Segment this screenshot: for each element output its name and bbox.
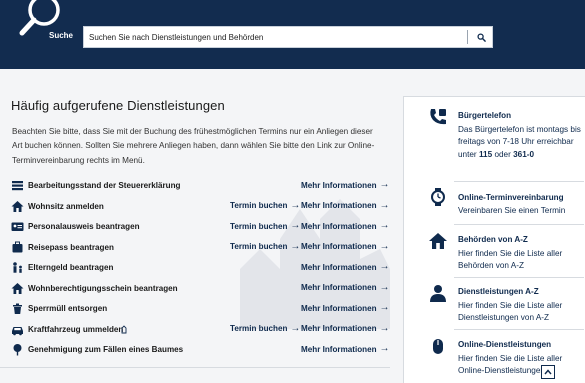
- service-row: Wohnsitz anmelden Termin buchen → Mehr In…: [11, 198, 390, 216]
- scroll-to-top-button[interactable]: [541, 365, 555, 379]
- search-divider: [467, 30, 468, 44]
- service-row: Elterngeld beantragen Mehr Informationen…: [11, 259, 390, 277]
- arrow-right-icon: →: [290, 322, 301, 334]
- chevron-up-icon: [544, 369, 552, 375]
- service-row: Sperrmüll entsorgen Mehr Informationen →: [11, 300, 390, 318]
- sidebar-divider: [454, 181, 584, 182]
- sidebar-divider: [454, 329, 584, 330]
- sidebar: Bürgertelefon Das Bürgertelefon ist mont…: [403, 96, 585, 383]
- service-row: Personalausweis beantragen Termin buchen…: [11, 218, 390, 236]
- mehr-informationen-link[interactable]: Mehr Informationen →: [301, 240, 390, 252]
- mehr-informationen-link[interactable]: Mehr Informationen →: [301, 344, 390, 354]
- phone-icon: [430, 109, 446, 125]
- arrow-right-icon: →: [379, 302, 390, 313]
- search-input[interactable]: [84, 27, 466, 47]
- tree-icon: [13, 344, 22, 356]
- service-row: Reisepass beantragen Termin buchen → Mehr…: [11, 239, 390, 257]
- service-label: Elterngeld beantragen: [28, 263, 114, 272]
- search-caption: Suche: [49, 31, 74, 40]
- arrow-right-icon: →: [379, 240, 390, 252]
- mehr-informationen-link[interactable]: Mehr Informationen →: [301, 303, 390, 313]
- arrow-right-icon: →: [379, 199, 390, 211]
- intro-text: Beachten Sie bitte, dass Sie mit der Buc…: [12, 127, 375, 165]
- service-label: Bearbeitungsstand der Steuererklärung: [28, 181, 181, 190]
- mehr-informationen-link[interactable]: Mehr Informationen →: [301, 322, 390, 334]
- person-icon: [430, 285, 446, 302]
- service-label: Wohnsitz anmelden: [28, 201, 104, 211]
- house-icon: [11, 282, 24, 294]
- page-title: Häufig aufgerufene Dienstleistungen: [11, 98, 225, 113]
- service-label: Kraftfahrzeug ummelden: [28, 324, 124, 334]
- external-link-icon: [121, 324, 127, 333]
- id-card-icon: [11, 222, 24, 231]
- arrow-right-icon: →: [290, 199, 301, 211]
- arrow-right-icon: →: [379, 343, 390, 354]
- family-icon: [13, 262, 22, 273]
- passport-icon: [12, 241, 23, 252]
- stack-icon: [12, 181, 23, 191]
- mehr-informationen-link[interactable]: Mehr Informationen →: [301, 281, 390, 293]
- service-row: Bearbeitungsstand der Steuererklärung Me…: [11, 177, 390, 195]
- arrow-right-icon: →: [379, 179, 390, 190]
- termin-buchen-link[interactable]: Termin buchen →: [230, 221, 300, 231]
- sidebar-title-buergertelefon[interactable]: Bürgertelefon: [458, 111, 511, 120]
- termin-buchen-link[interactable]: Termin buchen →: [230, 240, 301, 252]
- watch-icon: [431, 188, 445, 206]
- mehr-informationen-link[interactable]: Mehr Informationen →: [301, 180, 390, 190]
- search-box: [83, 26, 493, 48]
- bulky-waste-icon: [13, 303, 22, 314]
- service-label: Personalausweis beantragen: [28, 222, 140, 231]
- service-row: Genehmigung zum Fällen eines Baumes Mehr…: [11, 341, 390, 359]
- mouse-icon: [433, 339, 443, 354]
- sidebar-text-online-termin: Vereinbaren Sie einen Termin: [458, 206, 566, 215]
- sidebar-text-online-dienste: Hier finden Sie die Liste aller Online-D…: [458, 354, 563, 376]
- sidebar-title-online-dienste[interactable]: Online-Dienstleistungen: [458, 340, 551, 349]
- phone-number-115[interactable]: 115: [479, 150, 492, 159]
- service-row: Wohnberechtigungsschein beantragen Mehr …: [11, 280, 390, 298]
- magnifier-logo-icon[interactable]: [10, 0, 74, 48]
- service-label: Wohnberechtigungsschein beantragen: [28, 283, 178, 293]
- mehr-informationen-link[interactable]: Mehr Informationen →: [301, 262, 390, 272]
- site-header: Suche: [0, 0, 585, 69]
- sidebar-title-dienstleistungen-az[interactable]: Dienstleistungen A-Z: [458, 287, 539, 296]
- sidebar-text-behoerden: Hier finden Sie die Liste aller Behörden…: [458, 249, 563, 271]
- car-icon: [12, 326, 23, 335]
- mehr-informationen-link[interactable]: Mehr Informationen →: [301, 199, 390, 211]
- sidebar-title-behoerden[interactable]: Behörden von A-Z: [458, 235, 528, 244]
- arrow-right-icon: →: [379, 322, 390, 334]
- phone-number-361[interactable]: 361-0: [513, 150, 534, 159]
- sidebar-title-online-termin[interactable]: Online-Terminvereinbarung: [458, 193, 564, 202]
- arrow-right-icon: →: [379, 281, 390, 293]
- sidebar-text-dienstleistungen-az: Hier finden Sie die Liste aller Dienstle…: [458, 301, 563, 323]
- service-label: Sperrmüll entsorgen: [28, 304, 108, 313]
- termin-buchen-link[interactable]: Termin buchen →: [230, 199, 301, 211]
- house-icon: [11, 200, 24, 212]
- sidebar-divider: [454, 277, 584, 278]
- service-row: Kraftfahrzeug ummelden Termin buchen → Me…: [11, 321, 390, 339]
- arrow-right-icon: →: [379, 261, 390, 272]
- sidebar-divider: [454, 224, 584, 225]
- sidebar-text-buergertelefon: Das Bürgertelefon ist montags bis freita…: [458, 125, 581, 159]
- mehr-informationen-link[interactable]: Mehr Informationen →: [301, 221, 390, 231]
- service-label: Genehmigung zum Fällen eines Baumes: [28, 345, 184, 354]
- arrow-right-icon: →: [290, 240, 301, 252]
- arrow-right-icon: →: [290, 220, 301, 231]
- service-label: Reisepass beantragen: [28, 242, 114, 252]
- termin-buchen-link[interactable]: Termin buchen →: [230, 322, 301, 334]
- search-button[interactable]: [470, 27, 492, 47]
- content-divider: [0, 367, 390, 368]
- arrow-right-icon: →: [379, 220, 390, 231]
- house-icon: [429, 233, 447, 249]
- search-icon: [476, 32, 486, 42]
